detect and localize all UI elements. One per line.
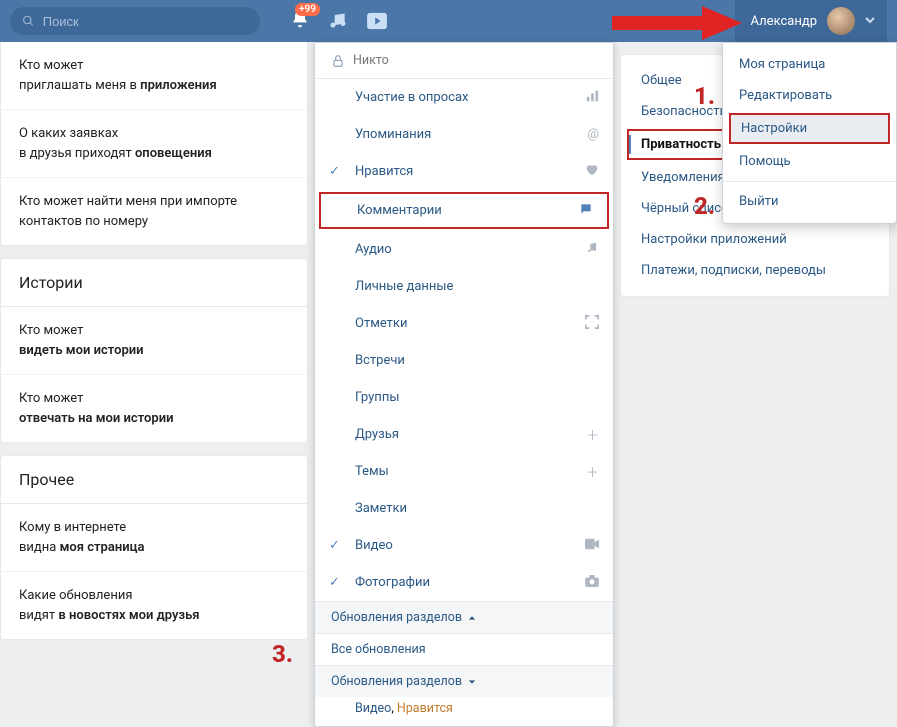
dd-category-sections-2[interactable]: Обновления разделов	[315, 665, 613, 697]
notification-badge: +99	[295, 3, 320, 16]
updates-dropdown: Никто Участие в опросах Упоминания @ ✓ Н…	[314, 42, 614, 727]
dd-tags[interactable]: Отметки	[315, 305, 613, 342]
notifications-button[interactable]: +99	[290, 9, 310, 33]
popup-exit[interactable]: Выйти	[723, 186, 896, 217]
dd-selected-tags: Видео, Нравится	[315, 697, 613, 726]
search-box[interactable]	[10, 7, 260, 35]
dd-mentions[interactable]: Упоминания @	[315, 116, 613, 153]
dd-all-updates[interactable]: Все обновления	[315, 633, 613, 665]
comment-icon	[579, 202, 593, 220]
check-icon: ✓	[329, 575, 340, 590]
nav-app-settings[interactable]: Настройки приложений	[621, 224, 889, 255]
lock-icon	[331, 54, 345, 68]
popup-my-page[interactable]: Моя страница	[723, 49, 896, 80]
setting-see-stories[interactable]: Кто может видеть мои истории	[1, 307, 307, 375]
music-small-icon	[585, 241, 599, 259]
dropdown-header-label: Никто	[353, 53, 389, 68]
music-icon[interactable]	[328, 11, 348, 31]
tag-video[interactable]: Видео	[355, 701, 391, 716]
camera-icon	[585, 575, 599, 591]
popup-help[interactable]: Помощь	[723, 146, 896, 177]
bars-icon	[585, 89, 599, 107]
dd-video[interactable]: ✓ Видео	[315, 527, 613, 564]
middle-column: Никто Участие в опросах Упоминания @ ✓ Н…	[314, 42, 614, 640]
setting-reply-stories[interactable]: Кто может отвечать на мои истории	[1, 375, 307, 442]
check-icon: ✓	[329, 538, 340, 553]
user-name: Александр	[751, 14, 817, 29]
dd-friends[interactable]: Друзья ＋	[315, 416, 613, 453]
at-icon: @	[587, 127, 599, 142]
dd-likes[interactable]: ✓ Нравится	[315, 153, 613, 190]
dd-photos[interactable]: ✓ Фотографии	[315, 564, 613, 601]
tag-likes[interactable]: Нравится	[397, 701, 453, 716]
popup-edit[interactable]: Редактировать	[723, 80, 896, 111]
dd-topics[interactable]: Темы ＋	[315, 453, 613, 490]
dropdown-header: Никто	[315, 43, 613, 78]
plus-icon: ＋	[586, 425, 599, 444]
dd-personal[interactable]: Личные данные	[315, 268, 613, 305]
nav-payments[interactable]: Платежи, подписки, переводы	[621, 255, 889, 286]
other-title: Прочее	[1, 456, 307, 504]
user-menu-button[interactable]: Александр	[735, 0, 887, 42]
chevron-down-icon	[865, 14, 875, 29]
chevron-down-icon	[468, 678, 476, 686]
search-input[interactable]	[43, 14, 248, 29]
dd-audio[interactable]: Аудио	[315, 231, 613, 268]
other-section: Прочее Кому в интернете видна моя страни…	[0, 455, 308, 640]
stories-title: Истории	[1, 259, 307, 307]
chevron-up-icon	[468, 614, 476, 622]
avatar	[827, 7, 855, 35]
setting-page-visibility[interactable]: Кому в интернете видна моя страница	[1, 504, 307, 572]
dd-notes[interactable]: Заметки	[315, 490, 613, 527]
annotation-step-3: 3.	[272, 640, 293, 668]
setting-news-updates[interactable]: Какие обновления видят в новостях мои др…	[1, 572, 307, 639]
left-column: Кто может приглашать меня в приложения О…	[0, 42, 308, 640]
dd-polls[interactable]: Участие в опросах	[315, 79, 613, 116]
popup-settings[interactable]: Настройки	[729, 113, 890, 144]
heart-icon	[585, 163, 599, 181]
check-icon: ✓	[329, 164, 340, 179]
stories-section: Истории Кто может видеть мои истории Кто…	[0, 258, 308, 443]
header-icons: +99	[290, 9, 388, 33]
top-header: +99 Александр	[0, 0, 897, 42]
setting-invite-apps[interactable]: Кто может приглашать меня в приложения	[1, 42, 307, 110]
setting-friend-alerts[interactable]: О каких заявках в друзья приходят оповещ…	[1, 110, 307, 178]
dd-groups[interactable]: Группы	[315, 379, 613, 416]
popup-separator	[723, 181, 896, 182]
search-icon	[22, 14, 35, 28]
user-popup: Моя страница Редактировать Настройки Пом…	[722, 42, 897, 224]
fullscreen-icon	[585, 315, 599, 333]
video-icon[interactable]	[366, 12, 388, 30]
dd-comments[interactable]: Комментарии	[319, 192, 609, 229]
plus-icon: ＋	[586, 462, 599, 481]
setting-import-contacts[interactable]: Кто может найти меня при импорте контакт…	[1, 178, 307, 245]
dd-category-sections[interactable]: Обновления разделов	[315, 601, 613, 633]
video-small-icon	[585, 538, 599, 554]
dd-events[interactable]: Встречи	[315, 342, 613, 379]
